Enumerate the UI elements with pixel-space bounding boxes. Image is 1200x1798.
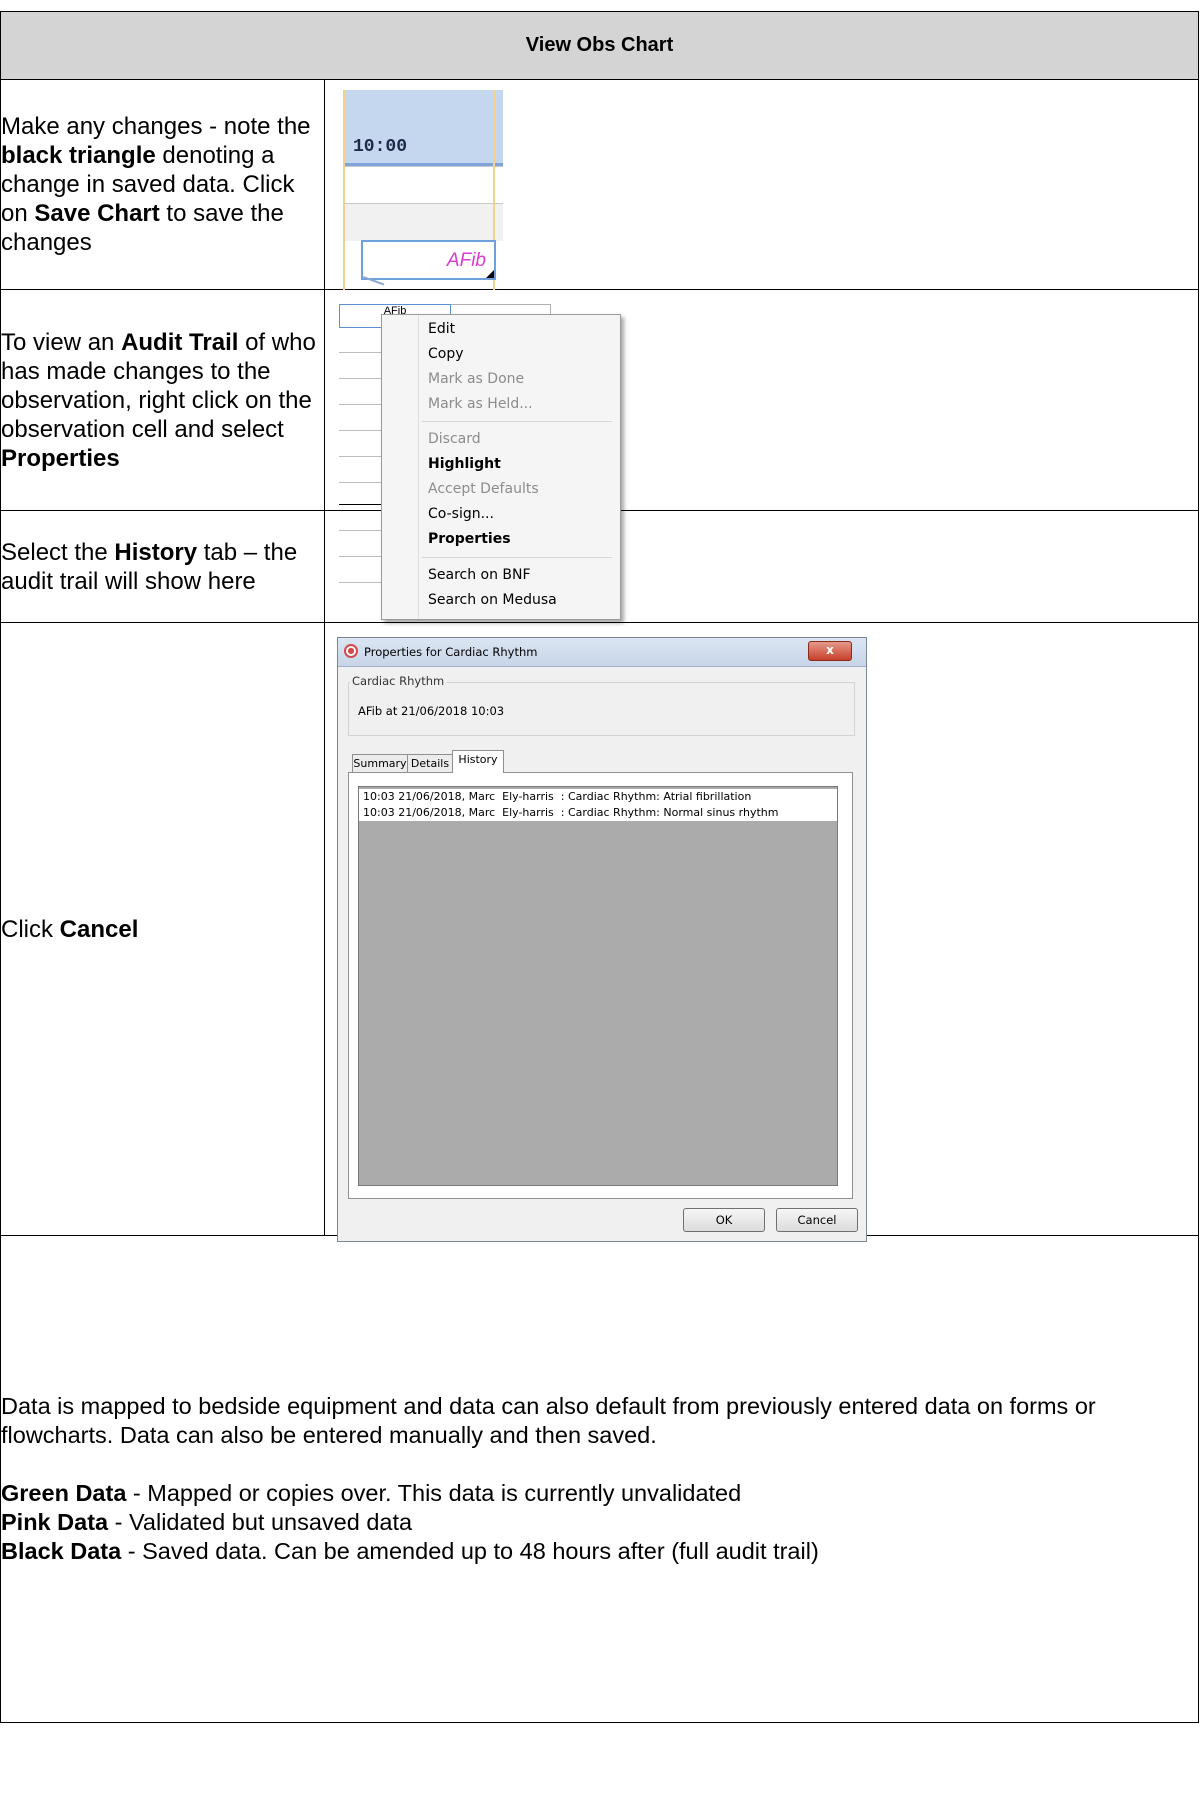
bold-text: History [114,538,198,566]
table-row: Data is mapped to bedside equipment and … [0,1235,1200,1723]
screenshot-cell: ● Properties for Cardiac Rhythm x Cardia… [323,622,1200,1242]
table-row: Click Cancel ● Properties for Cardiac Rh… [0,622,1200,1242]
obs-cell-screenshot: 10:00 AFib [343,90,503,290]
table-header: View Obs Chart [0,11,1200,80]
observation-value: AFib [446,250,486,271]
note-cell: Data is mapped to bedside equipment and … [0,1235,1200,1723]
dialog-title: Properties for Cardiac Rhythm [364,645,538,659]
bold-text: Save Chart [34,200,160,227]
context-menu-screenshot: AFib Edit Copy Mark as Done Mark as Held… [339,304,621,620]
bold-text: Audit Trail [121,328,239,356]
cancel-button[interactable]: Cancel [776,1208,858,1232]
list-item[interactable]: 10:03 21/06/2018, Marc Ely-harris : Card… [359,789,837,805]
menu-item-mark-as-held[interactable]: Mark as Held... [428,390,533,419]
table-row: Make any changes - note the black triang… [0,79,1200,290]
tab-summary[interactable]: Summary [352,754,408,772]
legend-black: Black Data - Saved data. Can be amended … [1,1538,819,1564]
instruction-text: To view an [1,328,122,356]
legend-pink: Pink Data - Validated but unsaved data [1,1509,413,1535]
observation-cell[interactable]: AFib [361,240,496,286]
group-title: Cardiac Rhythm [350,674,447,688]
instruction-cell: To view an Audit Trail of who has made c… [0,289,325,511]
screenshot-cell: AFib Edit Copy Mark as Done Mark as Held… [323,289,1200,620]
table-row: To view an Audit Trail of who has made c… [0,289,1200,620]
document-page: View Obs Chart Make any changes - note t… [0,0,1200,1798]
properties-dialog: ● Properties for Cardiac Rhythm x Cardia… [337,637,867,1242]
change-triangle-icon [486,270,494,278]
instruction-text: Make any changes - note the [1,113,311,140]
group-value: AFib at 21/06/2018 10:03 [358,704,505,718]
legend-green: Green Data - Mapped or copies over. This… [1,1480,742,1506]
app-icon: ● [344,644,358,658]
screenshot-cell: 10:00 AFib [323,79,1200,290]
instruction-cell: Click Cancel [0,622,325,1236]
instruction-text: Click [1,915,60,943]
history-list: 10:03 21/06/2018, Marc Ely-harris : Card… [358,786,838,1186]
time-label: 10:00 [353,137,408,157]
tab-history[interactable]: History [452,750,504,773]
instruction-cell: Make any changes - note the black triang… [0,79,325,290]
bold-text: Properties [1,444,120,472]
ok-button[interactable]: OK [683,1208,765,1232]
screenshot-cell [323,510,1200,623]
menu-separator [422,421,612,422]
table-row: Select the History tab – the audit trail… [0,510,1200,623]
close-button[interactable]: x [808,641,852,661]
tab-details[interactable]: Details [407,754,453,772]
note-intro: Data is mapped to bedside equipment and … [1,1393,1096,1448]
instruction-text: Select the [1,538,115,566]
list-item[interactable]: 10:03 21/06/2018, Marc Ely-harris : Card… [359,805,837,821]
guide-table: View Obs Chart Make any changes - note t… [0,11,1200,1723]
bold-text: Cancel [59,915,139,943]
dialog-titlebar[interactable]: ● Properties for Cardiac Rhythm x [338,638,866,667]
instruction-cell: Select the History tab – the audit trail… [0,510,325,623]
bold-text: black triangle [1,142,156,169]
